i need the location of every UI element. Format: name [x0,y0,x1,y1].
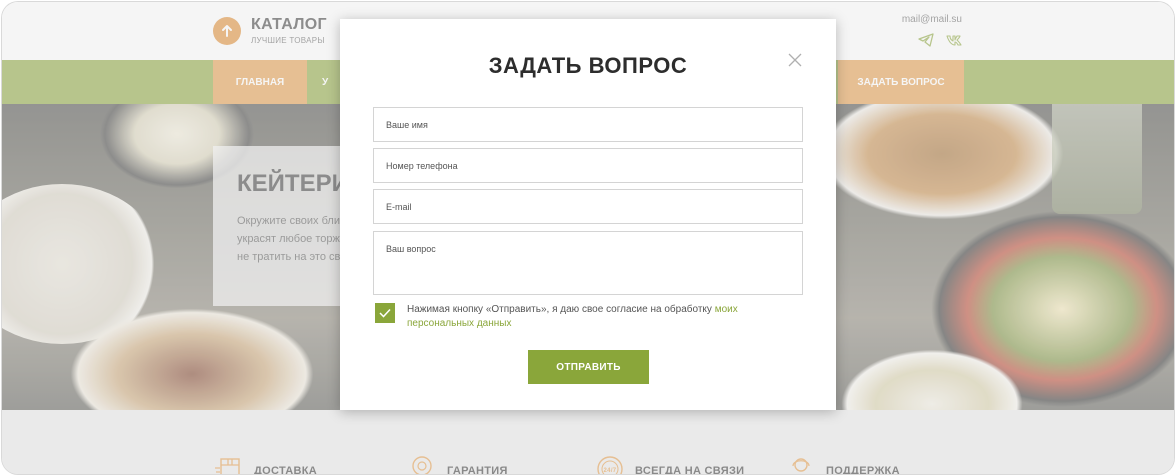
modal-title: ЗАДАТЬ ВОПРОС [488,53,688,78]
consent-text: Нажимая кнопку «Отправить», я даю свое с… [407,303,805,331]
close-icon[interactable] [788,53,802,67]
ask-question-modal: ЗАДАТЬ ВОПРОС Нажимая кнопку «Отправить»… [340,19,836,410]
browser-frame: КАТАЛОГ ЛУЧШИЕ ТОВАРЫ mail@mail.su ГЛАВН… [2,2,1174,474]
consent-checkbox[interactable] [375,303,395,323]
email-input[interactable] [373,189,803,224]
submit-button[interactable]: ОТПРАВИТЬ [528,350,649,384]
consent-row: Нажимая кнопку «Отправить», я даю свое с… [375,303,805,331]
phone-input[interactable] [373,148,803,183]
name-input[interactable] [373,107,803,142]
consent-text-body: Нажимая кнопку «Отправить», я даю свое с… [407,304,715,315]
question-textarea[interactable] [373,231,803,295]
check-icon [379,308,391,318]
